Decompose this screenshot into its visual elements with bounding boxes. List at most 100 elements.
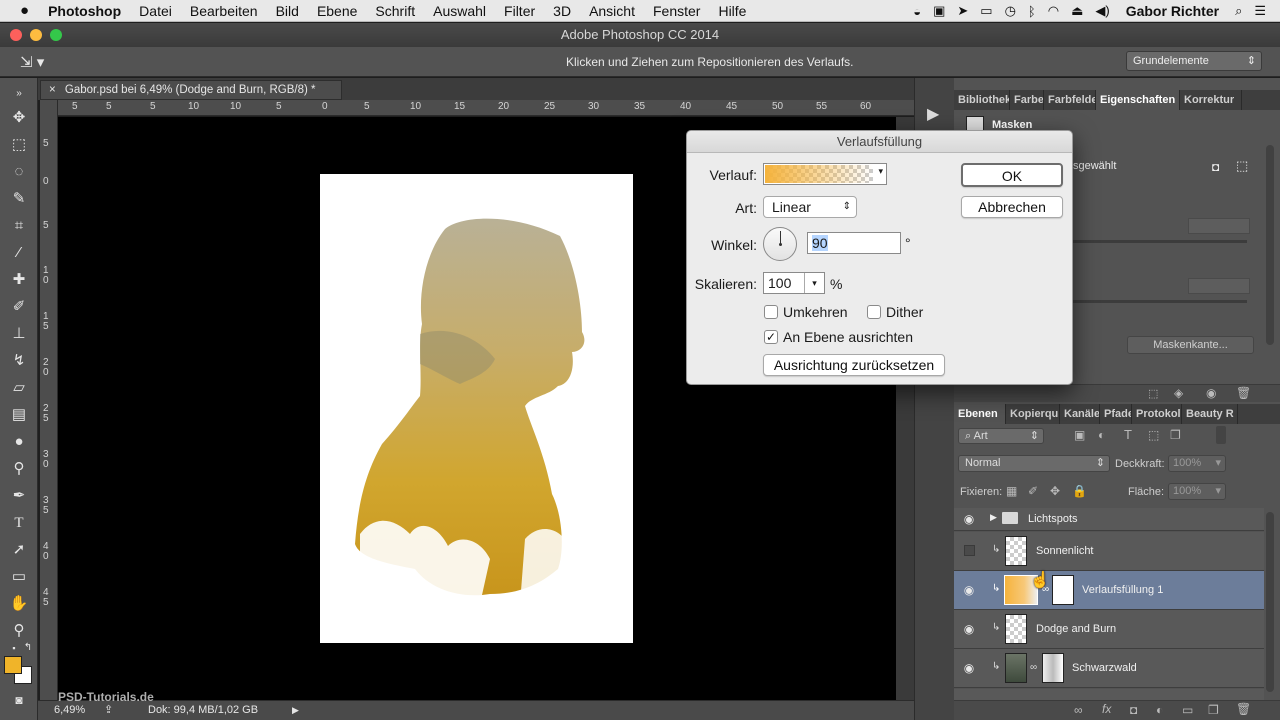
play-actions-icon[interactable]: ▶ [927, 104, 939, 124]
menu-bearbeiten[interactable]: Bearbeiten [181, 3, 267, 19]
visibility-icon[interactable]: ◉ [1206, 386, 1216, 400]
lasso-tool-icon[interactable]: ◌ [9, 162, 29, 182]
reverse-checkbox[interactable] [764, 305, 778, 319]
hat-icon[interactable]: ◒ [907, 4, 927, 19]
tab-korrektur[interactable]: Korrektur [1180, 90, 1242, 110]
reset-alignment-button[interactable]: Ausrichtung zurücksetzen [763, 354, 945, 376]
layer-mask-thumbnail[interactable] [1052, 575, 1074, 605]
align-with-layer-checkbox[interactable]: ✓ [764, 330, 778, 344]
layer-row-dodge-and-burn[interactable]: ◉ ↳ Dodge and Burn [954, 610, 1264, 649]
minimize-window-button[interactable] [30, 29, 42, 41]
eye-icon[interactable]: ◉ [962, 661, 976, 675]
trash-icon[interactable]: 🗑 [1236, 702, 1251, 716]
density-field[interactable] [1188, 218, 1250, 234]
adjustment-layer-icon[interactable]: ◐ [1156, 703, 1163, 717]
document-tab[interactable]: × Gabor.psd bei 6,49% (Dodge and Burn, R… [40, 80, 342, 100]
lock-all-icon[interactable]: 🔒 [1072, 484, 1087, 498]
menu-app-photoshop[interactable]: Photoshop [39, 3, 130, 19]
feather-field[interactable] [1188, 278, 1250, 294]
chevron-down-icon[interactable]: ▾ [804, 273, 824, 293]
layer-row-sonnenlicht[interactable]: ↳ Sonnenlicht [954, 532, 1264, 571]
dodge-tool-icon[interactable]: ⚲ [9, 459, 29, 479]
tab-farbfelder[interactable]: Farbfelder [1044, 90, 1096, 110]
load-selection-icon[interactable]: ⬚ [1148, 387, 1158, 400]
opacity-field[interactable]: 100% ▾ [1168, 455, 1226, 472]
quick-selection-tool-icon[interactable]: ✎ [9, 189, 29, 209]
add-mask-icon[interactable]: ◘ [1130, 703, 1137, 717]
move-tool-icon[interactable]: ✥ [9, 108, 29, 128]
drive-icon[interactable]: ▣ [927, 3, 951, 19]
tab-beauty-retusche[interactable]: Beauty R [1182, 404, 1238, 424]
user-name[interactable]: Gabor Richter [1116, 3, 1229, 19]
play-icon[interactable]: ▶ [292, 701, 299, 719]
brush-tool-icon[interactable]: ✐ [9, 297, 29, 317]
dither-checkbox[interactable] [867, 305, 881, 319]
filter-adjustment-icon[interactable]: ◐ [1098, 428, 1105, 442]
time-machine-icon[interactable]: ◷ [999, 3, 1022, 19]
fill-field[interactable]: 100% ▾ [1168, 483, 1226, 500]
link-icon[interactable]: ∞ [1030, 662, 1037, 673]
pen-tool-icon[interactable]: ✒ [9, 486, 29, 506]
hand-tool-icon[interactable]: ✋ [9, 594, 29, 614]
lock-pixels-icon[interactable]: ✐ [1028, 484, 1038, 498]
tab-kanaele[interactable]: Kanäle [1060, 404, 1100, 424]
eraser-tool-icon[interactable]: ▱ [9, 378, 29, 398]
apple-icon[interactable]: ● [0, 2, 39, 19]
notification-list-icon[interactable]: ☰ [1248, 3, 1280, 19]
rectangle-tool-icon[interactable]: ▭ [9, 567, 29, 587]
layer-row-verlaufsfuellung-1[interactable]: ◉ ↳ ∞ Verlaufsfüllung 1 [954, 571, 1264, 610]
volume-icon[interactable]: ◀) [1089, 3, 1115, 19]
layer-filter-select[interactable]: ⌕ Art ⇕ [958, 428, 1044, 444]
eject-icon[interactable]: ⏏ [1065, 3, 1089, 19]
eyedropper-tool-icon[interactable]: ⁄ [9, 243, 29, 263]
tab-eigenschaften[interactable]: Eigenschaften [1096, 90, 1180, 110]
healing-brush-tool-icon[interactable]: ✚ [9, 270, 29, 290]
density-slider[interactable] [1073, 240, 1247, 243]
collapse-toolbox-icon[interactable]: » [9, 84, 29, 104]
menu-hilfe[interactable]: Hilfe [709, 3, 755, 19]
quick-mask-icon[interactable]: ◙ [9, 690, 29, 710]
spotlight-search-icon[interactable]: ⌕ [1229, 3, 1248, 19]
menu-schrift[interactable]: Schrift [366, 3, 424, 19]
apply-mask-icon[interactable]: ◈ [1174, 386, 1183, 400]
mask-edge-button[interactable]: Maskenkante... [1127, 336, 1254, 354]
type-tool-icon[interactable]: T [9, 513, 29, 533]
filter-pixel-icon[interactable]: ▣ [1074, 428, 1085, 442]
zoom-window-button[interactable] [50, 29, 62, 41]
wifi-icon[interactable]: ◠ [1042, 3, 1065, 19]
fx-icon[interactable]: fx [1102, 702, 1111, 716]
menu-filter[interactable]: Filter [495, 3, 544, 19]
menu-bild[interactable]: Bild [267, 3, 308, 19]
filter-shape-icon[interactable]: ⬚ [1148, 428, 1159, 442]
menu-ebene[interactable]: Ebene [308, 3, 366, 19]
menu-fenster[interactable]: Fenster [644, 3, 709, 19]
pixel-mask-icon[interactable]: ◘ [1212, 160, 1219, 174]
clone-stamp-tool-icon[interactable]: ⊥ [9, 324, 29, 344]
filter-smart-object-icon[interactable]: ❐ [1170, 428, 1181, 442]
history-brush-tool-icon[interactable]: ↯ [9, 351, 29, 371]
menu-auswahl[interactable]: Auswahl [424, 3, 495, 19]
chevron-down-icon[interactable]: ▾ [878, 166, 883, 177]
style-select[interactable]: Linear ⇕ [763, 196, 857, 218]
lock-position-icon[interactable]: ✥ [1050, 484, 1060, 498]
bluetooth-icon[interactable]: ᛒ [1022, 4, 1042, 19]
crop-tool-icon[interactable]: ⌗ [9, 216, 29, 236]
scale-input[interactable]: 100 ▾ [763, 272, 825, 294]
tab-protokoll[interactable]: Protokoll [1132, 404, 1182, 424]
close-window-button[interactable] [10, 29, 22, 41]
feather-slider[interactable] [1073, 300, 1247, 303]
new-group-icon[interactable]: ▭ [1182, 703, 1193, 717]
gradient-tool-icon[interactable]: ▤ [9, 405, 29, 425]
expand-group-icon[interactable]: ▶ [990, 512, 997, 523]
lock-transparency-icon[interactable]: ▦ [1006, 484, 1017, 498]
close-tab-icon[interactable]: × [49, 84, 56, 96]
new-layer-icon[interactable]: ❐ [1208, 703, 1219, 717]
tab-bibliothek[interactable]: Bibliothek [954, 90, 1010, 110]
menu-3d[interactable]: 3D [544, 3, 580, 19]
foreground-color-swatch[interactable] [4, 656, 22, 674]
ok-button[interactable]: OK [961, 163, 1063, 187]
eye-icon[interactable]: ◉ [962, 512, 976, 526]
move-tool-options-icon[interactable]: ⇲ ▾ [20, 53, 44, 71]
eye-icon[interactable]: ◉ [962, 583, 976, 597]
airplay-icon[interactable]: ▭ [974, 3, 998, 19]
